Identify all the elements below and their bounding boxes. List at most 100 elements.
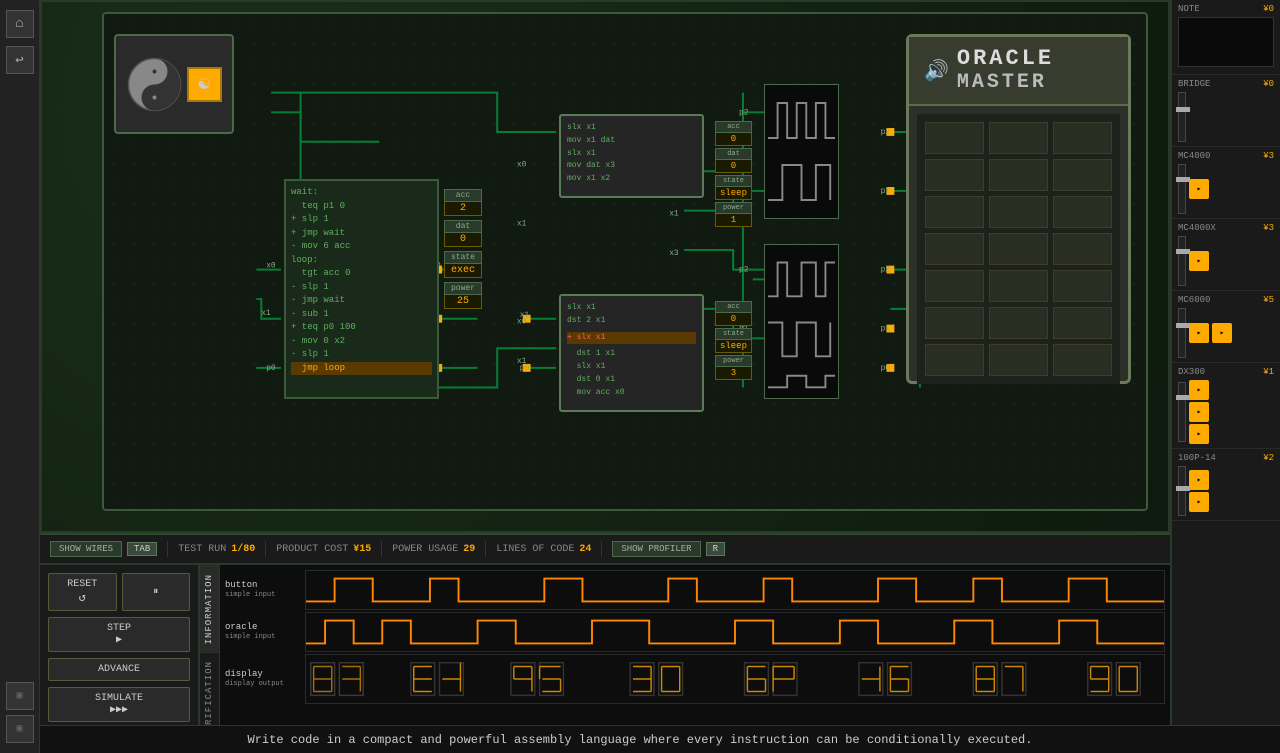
simulate-label: SIMULATE [95,693,143,704]
lines-of-code-val: 24 [579,544,591,555]
rs-mc4000-controls: ▸ [1178,164,1274,214]
rs-100p14-knob2[interactable]: ▸ [1189,492,1209,512]
advance-button[interactable]: ADVANCE [48,658,190,681]
product-cost-label: PRODUCT COST [276,544,348,555]
pause-button[interactable]: ⏸ [122,573,191,611]
code-module[interactable]: wait: teq p1 0 + slp 1 + jmp wait - mov … [284,179,439,399]
rs-100p14-label: 100P-14 ¥2 [1178,453,1274,463]
power-usage-label: POWER USAGE [392,544,458,555]
rs-mc6000-label: MC6000 ¥5 [1178,295,1274,305]
rs-dx300-knob1[interactable]: ▸ [1189,380,1209,400]
rs-mc6000-knob1[interactable]: ▸ [1189,323,1209,343]
show-wires-button[interactable]: SHOW WIRES [50,541,122,557]
rs-dx300: DX300 ¥1 ▸ ▸ ▸ [1172,363,1280,449]
divider5 [601,541,602,557]
proc2-code2: dst 1 x1 slx x1 dst 0 x1 mov acc x0 [567,348,696,399]
lcd-cell [925,159,984,191]
reset-icon: ↺ [79,590,86,605]
rs-mc6000-thumb [1176,323,1190,328]
rs-mc6000-price: ¥5 [1263,295,1274,305]
lcd-cell [925,344,984,376]
reg-state-label: state [444,251,482,264]
rs-dx300-knobs: ▸ ▸ ▸ [1189,380,1209,444]
reset-button[interactable]: RESET ↺ [48,573,117,611]
yin-yang-symbol-box: ☯ [187,67,222,102]
svg-text:x1: x1 [517,357,527,366]
svg-text:p1: p1 [881,325,891,334]
wave-row-button: button simple input [225,570,1165,610]
sidebar-icon-home[interactable]: ⌂ [6,10,34,38]
proc-module-2[interactable]: slx x1 dst 2 x1 + slx x1 dst 1 x1 slx x1… [559,294,704,412]
rs-100p14-text: 100P-14 [1178,453,1216,463]
right-sidebar: NOTE ¥0 BRIDGE ¥0 MC4000 ¥3 [1170,0,1280,753]
rs-mc6000-slider[interactable] [1178,308,1186,358]
wave-svg-bot1 [768,248,835,306]
rs-mc4000x-label: MC4000X ¥3 [1178,223,1274,233]
rs-mc4000x-price: ¥3 [1263,223,1274,233]
svg-text:x0: x0 [266,262,276,271]
rs-note: NOTE ¥0 [1172,0,1280,75]
rs-100p14-knob1[interactable]: ▸ [1189,470,1209,490]
code-text: wait: teq p1 0 + slp 1 + jmp wait - mov … [291,186,432,362]
show-profiler-key: R [706,542,725,556]
p2-acc-label: acc [715,301,752,313]
divider1 [167,541,168,557]
svg-text:p0: p0 [266,364,276,373]
code-highlight-line: jmp loop [291,362,432,376]
simulate-button[interactable]: SIMULATE ▶▶▶ [48,687,190,722]
sidebar-icon-bottom2[interactable]: ▣ [6,715,34,743]
lcd-cell [1053,344,1112,376]
rs-mc6000: MC6000 ¥5 ▸ ▸ [1172,291,1280,363]
rs-100p14-slider[interactable] [1178,466,1186,516]
rs-mc4000x-controls: ▸ [1178,236,1274,286]
step-icon: ▶ [116,634,122,646]
info-tab[interactable]: INFORMATION [200,565,219,652]
wave-svg-button [306,571,1164,609]
yin-yang-icon [127,57,182,112]
sidebar-icon-back[interactable]: ↩ [6,46,34,74]
step-button[interactable]: STEP ▶ [48,617,190,652]
wave-name-oracle: oracle [225,622,305,634]
wave-svg-bot3 [768,368,835,395]
divider4 [485,541,486,557]
proc-module-1[interactable]: slx x1 mov x1 dat slx x1 mov dat x3 mov … [559,114,704,198]
wave-display-top [764,84,839,219]
svg-text:x1: x1 [520,311,530,320]
proc2-code: slx x1 dst 2 x1 [567,302,696,328]
lcd-cell [925,122,984,154]
rs-mc4000-knob[interactable]: ▸ [1189,179,1209,199]
rs-dx300-price: ¥1 [1263,367,1274,377]
rs-mc4000x-slider[interactable] [1178,236,1186,286]
rs-dx300-slider[interactable] [1178,382,1186,442]
rs-mc4000x-thumb [1176,249,1190,254]
rs-note-label: NOTE ¥0 [1178,4,1274,14]
rs-mc4000x-text: MC4000X [1178,223,1216,233]
rs-bridge-slider[interactable] [1178,92,1186,142]
sidebar-bottom: ▣ ▣ [6,682,34,753]
sidebar-icon-bottom1[interactable]: ▣ [6,682,34,710]
rs-dx300-knob3[interactable]: ▸ [1189,424,1209,444]
reg-state-value: exec [444,264,482,278]
lcd-cell [1053,122,1112,154]
rs-mc6000-text: MC6000 [1178,295,1210,305]
rs-mc4000-label: MC4000 ¥3 [1178,151,1274,161]
rs-bridge-text: BRIDGE [1178,79,1210,89]
wave-type-display: display output [225,680,305,689]
p1-dat-label: dat [715,148,752,160]
lcd-cell [1053,233,1112,265]
rs-mc4000: MC4000 ¥3 ▸ [1172,147,1280,219]
rs-mc4000-text: MC4000 [1178,151,1210,161]
rs-mc4000x-knob[interactable]: ▸ [1189,251,1209,271]
lcd-cell [925,233,984,265]
oracle-title-group: ORACLE MASTER [957,47,1054,94]
oracle-header: 🔊 ORACLE MASTER [909,37,1128,106]
rs-mc4000-slider[interactable] [1178,164,1186,214]
show-profiler-button[interactable]: SHOW PROFILER [612,541,700,557]
rs-dx300-knob2[interactable]: ▸ [1189,402,1209,422]
lcd-cell [989,307,1048,339]
rs-mc6000-knob2[interactable]: ▸ [1212,323,1232,343]
lcd-cell [925,196,984,228]
wave-name-button: button [225,580,305,592]
svg-text:p0: p0 [881,364,891,373]
p1-state-label: state [715,175,752,187]
